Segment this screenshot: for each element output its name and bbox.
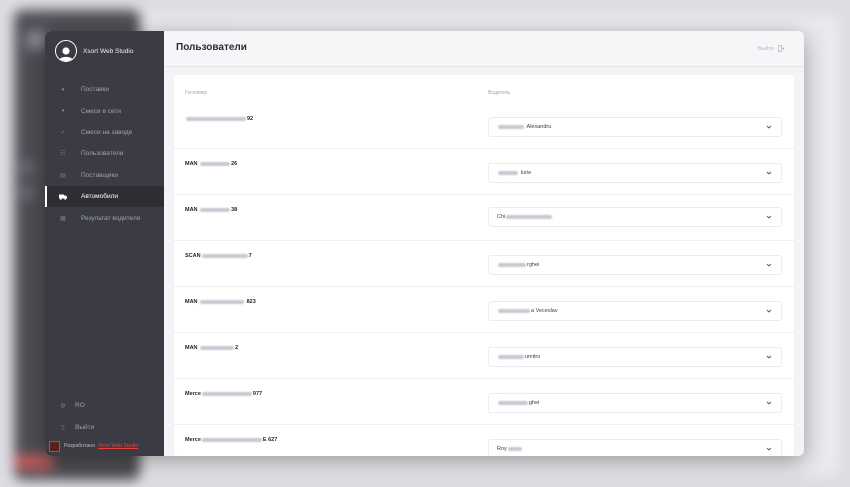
studio-logo-icon: [49, 440, 60, 452]
sidebar-item-cars[interactable]: Автомобили: [45, 185, 164, 208]
column-header-driver: Водитель: [488, 90, 511, 96]
sidebar-item-users[interactable]: ☷ Пользователи: [45, 143, 164, 164]
plate-number: Merce E 627: [185, 437, 278, 443]
driver-select[interactable]: a Veceslav: [488, 301, 782, 321]
sidebar: Xsort Web Studio ● Поставки ● Смеси в се…: [45, 31, 164, 456]
driver-select[interactable]: ghei: [488, 393, 782, 413]
cars-table: Госномер Водитель 92 Alexandru MAN 26 Iu…: [174, 75, 794, 456]
sidebar-item-label: Смеси на заводе: [81, 128, 133, 136]
plate-number: 92: [185, 116, 253, 122]
plate-number: MAN 38: [185, 207, 238, 213]
chevron-down-icon: [766, 309, 772, 313]
chevron-down-icon: [766, 401, 772, 405]
driver-value: a Veceslav: [531, 308, 558, 314]
sidebar-nav: ● Поставки ● Смеси в сети ✓ Смеси на зав…: [45, 79, 164, 229]
driver-select[interactable]: Iurie: [488, 163, 782, 183]
sidebar-item-mixes-network[interactable]: ● Смеси в сети: [45, 100, 164, 121]
chevron-down-icon: [766, 447, 772, 451]
sidebar-bottom: ◍ RO ▯ Выйти: [45, 395, 164, 438]
background-icon: [20, 160, 34, 174]
logout-icon: [778, 45, 784, 52]
avatar: [55, 40, 77, 62]
background-avatar: [26, 30, 46, 50]
truck-icon: [59, 194, 67, 200]
chevron-down-icon: [766, 171, 772, 175]
language-switch[interactable]: ◍ RO: [45, 395, 164, 416]
column-header-plate: Госномер: [185, 90, 208, 96]
page-title: Пользователи: [176, 42, 247, 53]
language-label: RO: [75, 402, 85, 410]
sidebar-item-label: Пользователи: [81, 150, 124, 158]
sidebar-logout[interactable]: ▯ Выйти: [45, 416, 164, 437]
plate-number: Merce 977: [185, 391, 263, 397]
table-row: 92 Alexandru: [174, 103, 794, 149]
list-icon: ▤: [60, 172, 66, 179]
circle-icon: ●: [61, 86, 65, 93]
background-badge: [14, 455, 54, 469]
developer-prefix: Разработано: [64, 443, 95, 449]
header-logout[interactable]: Выйти: [758, 45, 784, 52]
driver-select[interactable]: Chi: [488, 207, 782, 227]
driver-select[interactable]: rghei: [488, 255, 782, 275]
sidebar-item-label: Поставки: [81, 86, 109, 94]
plate-number: MAN 2: [185, 345, 239, 351]
globe-icon: ◍: [60, 403, 66, 410]
driver-value: Chi: [497, 214, 506, 220]
sidebar-item-label: Поставщики: [81, 171, 118, 179]
header-logout-label: Выйти: [757, 45, 774, 52]
developer-credit: Разработано Xsort Web Studio: [45, 436, 164, 456]
driver-value: Roy: [497, 446, 507, 452]
plate-number: MAN 823: [185, 299, 256, 305]
sidebar-item-suppliers[interactable]: ▤ Поставщики: [45, 165, 164, 186]
chevron-down-icon: [766, 355, 772, 359]
driver-value: Alexandru: [526, 124, 552, 130]
table-row: MAN 823 a Veceslav: [174, 287, 794, 333]
table-row: MAN 38 Chi: [174, 195, 794, 241]
users-window: Xsort Web Studio ● Поставки ● Смеси в се…: [45, 31, 804, 456]
plate-number: MAN 26: [185, 161, 238, 167]
driver-select[interactable]: Roy: [488, 439, 782, 456]
background-icon: [20, 186, 34, 200]
sidebar-item-mixes-factory[interactable]: ✓ Смеси на заводе: [45, 122, 164, 143]
sidebar-item-deliveries[interactable]: ● Поставки: [45, 79, 164, 100]
driver-select[interactable]: umitru: [488, 347, 782, 367]
sidebar-item-label: Результат водителя: [81, 214, 141, 222]
grid-icon: ▦: [60, 215, 66, 222]
sidebar-item-label: Автомобили: [81, 193, 119, 201]
chevron-down-icon: [766, 263, 772, 267]
users-icon: ☷: [60, 151, 66, 158]
table-row: Merce E 627 Roy: [174, 425, 794, 456]
plate-number: SCAN 7: [185, 253, 252, 259]
user-icon: [58, 47, 74, 61]
check-icon: ✓: [60, 129, 66, 136]
door-icon: ▯: [61, 424, 65, 431]
chevron-down-icon: [766, 125, 772, 129]
developer-link[interactable]: Xsort Web Studio: [98, 443, 138, 449]
table-row: MAN 2 umitru: [174, 333, 794, 379]
table-row: SCAN 7 rghei: [174, 241, 794, 287]
circle-icon: ●: [61, 108, 65, 115]
logout-label: Выйти: [75, 423, 95, 431]
driver-value: rghei: [527, 262, 540, 268]
sidebar-item-driver-result[interactable]: ▦ Результат водителя: [45, 207, 164, 228]
header: Пользователи Выйти: [164, 31, 804, 67]
sidebar-item-label: Смеси в сети: [81, 107, 121, 115]
profile[interactable]: Xsort Web Studio: [55, 40, 133, 62]
table-row: MAN 26 Iurie: [174, 149, 794, 195]
driver-select[interactable]: Alexandru: [488, 117, 782, 137]
chevron-down-icon: [766, 215, 772, 219]
driver-value: ghei: [529, 400, 540, 406]
profile-name: Xsort Web Studio: [83, 47, 134, 55]
driver-value: umitru: [525, 354, 541, 360]
table-row: Merce 977 ghei: [174, 379, 794, 425]
driver-value: Iurie: [520, 170, 532, 176]
